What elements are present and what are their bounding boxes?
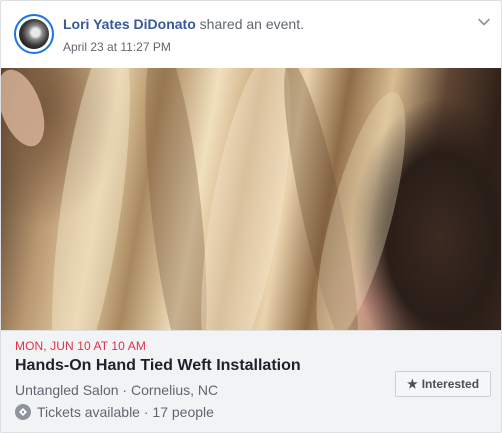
interested-button[interactable]: ★ Interested: [395, 371, 491, 397]
interested-label: Interested: [421, 377, 480, 391]
author-name-link[interactable]: Lori Yates DiDonato: [63, 16, 196, 32]
event-share-post: Lori Yates DiDonato shared an event. Apr…: [0, 0, 502, 433]
chevron-down-icon[interactable]: [477, 15, 491, 29]
post-header: Lori Yates DiDonato shared an event. Apr…: [1, 1, 501, 67]
event-date: MON, JUN 10 AT 10 AM: [15, 339, 146, 353]
post-action-text: shared an event.: [199, 16, 304, 32]
ticket-icon: [15, 404, 31, 420]
event-location: Untangled Salon · Cornelius, NC: [15, 382, 219, 398]
post-timestamp[interactable]: April 23 at 11:27 PM: [63, 40, 171, 54]
profile-picture: [19, 19, 49, 49]
post-attribution: Lori Yates DiDonato shared an event.: [63, 16, 304, 32]
star-icon: ★: [406, 377, 418, 391]
tickets-text: Tickets available · 17 people: [37, 404, 214, 420]
event-cover-photo[interactable]: [1, 68, 501, 330]
avatar[interactable]: [14, 14, 54, 54]
event-tickets-info: Tickets available · 17 people: [15, 404, 214, 420]
event-title[interactable]: Hands-On Hand Tied Weft Installation: [15, 357, 301, 375]
event-details[interactable]: MON, JUN 10 AT 10 AM Hands-On Hand Tied …: [1, 330, 501, 432]
